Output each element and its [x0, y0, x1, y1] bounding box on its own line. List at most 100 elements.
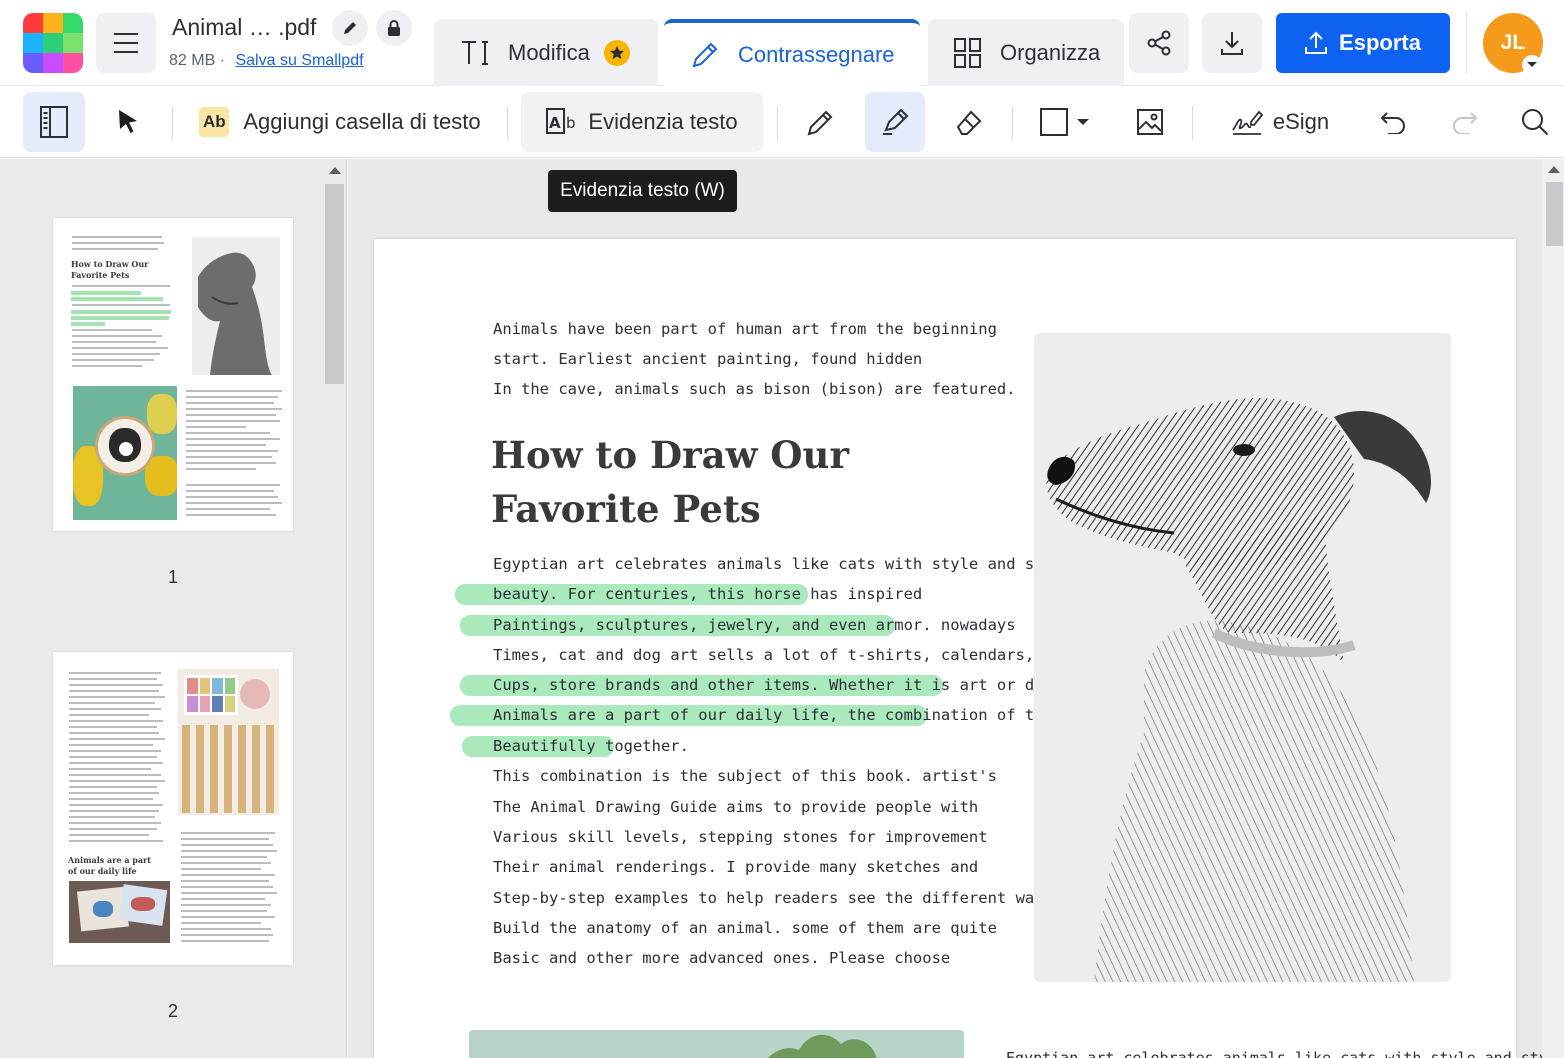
thumb-text-line: [69, 834, 149, 836]
page-thumbnail-2[interactable]: Animals are a part of our daily life: [53, 652, 293, 965]
lock-button[interactable]: [376, 10, 412, 46]
thumb-text-line: [72, 236, 162, 238]
body-line-13[interactable]: Build the anatomy of an animal. some of …: [493, 919, 997, 937]
thumb-paint-palette-photo: [178, 669, 279, 815]
undo-button[interactable]: [1364, 92, 1422, 152]
thumb-text-line: [69, 810, 159, 812]
chevron-down-icon[interactable]: [1522, 55, 1542, 75]
undo-icon: [1380, 112, 1405, 134]
intro-line-3[interactable]: In the cave, animals such as bison (biso…: [493, 380, 1016, 398]
thumb-text-line: [186, 390, 282, 392]
scroll-up-arrow-icon[interactable]: [1548, 166, 1560, 173]
sidebar-scrollbar-thumb[interactable]: [325, 184, 344, 384]
dog-sketch-image[interactable]: [1034, 333, 1451, 982]
shape-tool-button[interactable]: [1030, 92, 1100, 152]
document-title-line-2[interactable]: Favorite Pets: [491, 487, 761, 531]
body-line-12[interactable]: Step-by-step examples to help readers se…: [493, 889, 1053, 907]
thumb-text-line: [181, 838, 269, 840]
tab-modifica[interactable]: Modifica: [434, 19, 658, 86]
body-line-8[interactable]: This combination is the subject of this …: [493, 767, 997, 785]
thumb-text-line: [72, 242, 164, 244]
avatar-initials: JL: [1500, 31, 1526, 54]
body-line-4[interactable]: Times, cat and dog art sells a lot of t-…: [493, 646, 1100, 664]
thumb-text-line: [69, 822, 161, 824]
thumb-text-line: [181, 916, 275, 918]
thumb-text-line: [181, 940, 269, 942]
meta-separator: ·: [219, 52, 226, 69]
toolbar-separator: [1192, 106, 1193, 140]
document-scrollbar-thumb[interactable]: [1546, 182, 1563, 246]
thumb-text-line: [181, 898, 265, 900]
body-line-3[interactable]: Paintings, sculptures, jewelry, and even…: [493, 616, 1016, 634]
thumb-text-line: [186, 450, 278, 452]
tab-contrassegnare[interactable]: Contrassegnare: [664, 19, 920, 87]
body-line-11[interactable]: Their animal renderings. I provide many …: [493, 858, 978, 876]
top-header: Animal … .pdf 82 MB · Salva su Smallpdf …: [0, 0, 1564, 87]
export-button[interactable]: Esporta: [1276, 13, 1450, 73]
redo-button[interactable]: [1436, 92, 1494, 152]
search-button[interactable]: [1506, 92, 1564, 152]
highlight-text-button[interactable]: Ab Evidenzia testo: [521, 92, 763, 152]
body-line-1[interactable]: Egyptian art celebrates animals like cat…: [493, 555, 1072, 573]
text-edit-icon: [460, 39, 490, 67]
pencil-icon: [344, 22, 356, 34]
download-button[interactable]: [1202, 13, 1262, 73]
file-meta: 82 MB · Salva su Smallpdf: [169, 52, 364, 70]
document-scrollbar[interactable]: [1542, 159, 1564, 1058]
save-to-smallpdf-link[interactable]: Salva su Smallpdf: [235, 52, 363, 69]
add-textbox-button[interactable]: Ab Aggiungi casella di testo: [186, 92, 494, 152]
body-line-2[interactable]: beauty. For centuries, this horse has in…: [493, 585, 922, 603]
thumb-text-line: [186, 468, 256, 470]
thumb-highlight-line: [71, 316, 169, 320]
thumb-text-line: [181, 928, 271, 930]
body-line-7[interactable]: Beautifully together.: [493, 737, 689, 755]
page-thumbnail-1[interactable]: How to Draw Our Favorite Pets: [53, 218, 293, 531]
tab-organizza-label: Organizza: [1000, 39, 1101, 65]
body-line-14[interactable]: Basic and other more advanced ones. Plea…: [493, 949, 950, 967]
share-button[interactable]: [1129, 13, 1189, 73]
scroll-up-arrow-icon[interactable]: [329, 167, 341, 174]
main-menu-button[interactable]: [96, 13, 156, 73]
thumb-text-line: [72, 359, 154, 361]
thumb-text-line: [186, 414, 276, 416]
toggle-sidebar-button[interactable]: [23, 92, 85, 152]
chevron-down-icon: [1077, 119, 1089, 125]
select-tool-button[interactable]: [98, 92, 158, 152]
highlight-text-label: Evidenzia testo: [588, 109, 738, 134]
thumb-text-line: [69, 672, 161, 674]
body-line-10[interactable]: Various skill levels, stepping stones fo…: [493, 828, 988, 846]
body-line-6[interactable]: Animals are a part of our daily life, th…: [493, 706, 1090, 724]
esign-button[interactable]: eSign: [1220, 92, 1340, 152]
pencil-icon: [690, 40, 720, 70]
document-title-line-1[interactable]: How to Draw Our: [491, 433, 849, 477]
highlighter-tool-button[interactable]: [865, 92, 925, 152]
body-line-5[interactable]: Cups, store brands and other items. Whet…: [493, 676, 1100, 694]
thumb-text-line: [72, 335, 162, 337]
thumb-text-line: [181, 832, 275, 834]
watercolor-image-partial[interactable]: [469, 1030, 964, 1058]
annotation-toolbar: Ab Aggiungi casella di testo Ab Evidenzi…: [0, 86, 1564, 158]
image-icon: [1137, 109, 1163, 135]
thumb-text-line: [69, 768, 151, 770]
pen-tool-button[interactable]: [791, 92, 851, 152]
search-icon: [1522, 109, 1549, 136]
thumb-text-line: [186, 408, 282, 410]
tab-organizza[interactable]: Organizza: [928, 19, 1124, 86]
thumb-text-line: [186, 402, 274, 404]
intro-line-2[interactable]: start. Earliest ancient painting, found …: [493, 350, 922, 368]
thumb-text-line: [186, 484, 280, 486]
file-name[interactable]: Animal … .pdf: [172, 14, 316, 41]
highlighter-icon: [883, 108, 909, 135]
eraser-tool-button[interactable]: [939, 92, 999, 152]
smallpdf-logo[interactable]: [23, 13, 83, 73]
thumb-text-line: [181, 922, 261, 924]
body-line-9[interactable]: The Animal Drawing Guide aims to provide…: [493, 798, 978, 816]
file-size: 82 MB: [169, 52, 216, 69]
rename-button[interactable]: [332, 10, 368, 46]
svg-text:A: A: [549, 114, 561, 132]
thumb-text-line: [69, 816, 155, 818]
insert-image-button[interactable]: [1120, 92, 1180, 152]
next-column-text-partial[interactable]: Egyptian art celebrates animals like cat…: [1006, 1049, 1542, 1058]
thumb-text-line: [181, 892, 277, 894]
intro-line-1[interactable]: Animals have been part of human art from…: [493, 320, 997, 338]
